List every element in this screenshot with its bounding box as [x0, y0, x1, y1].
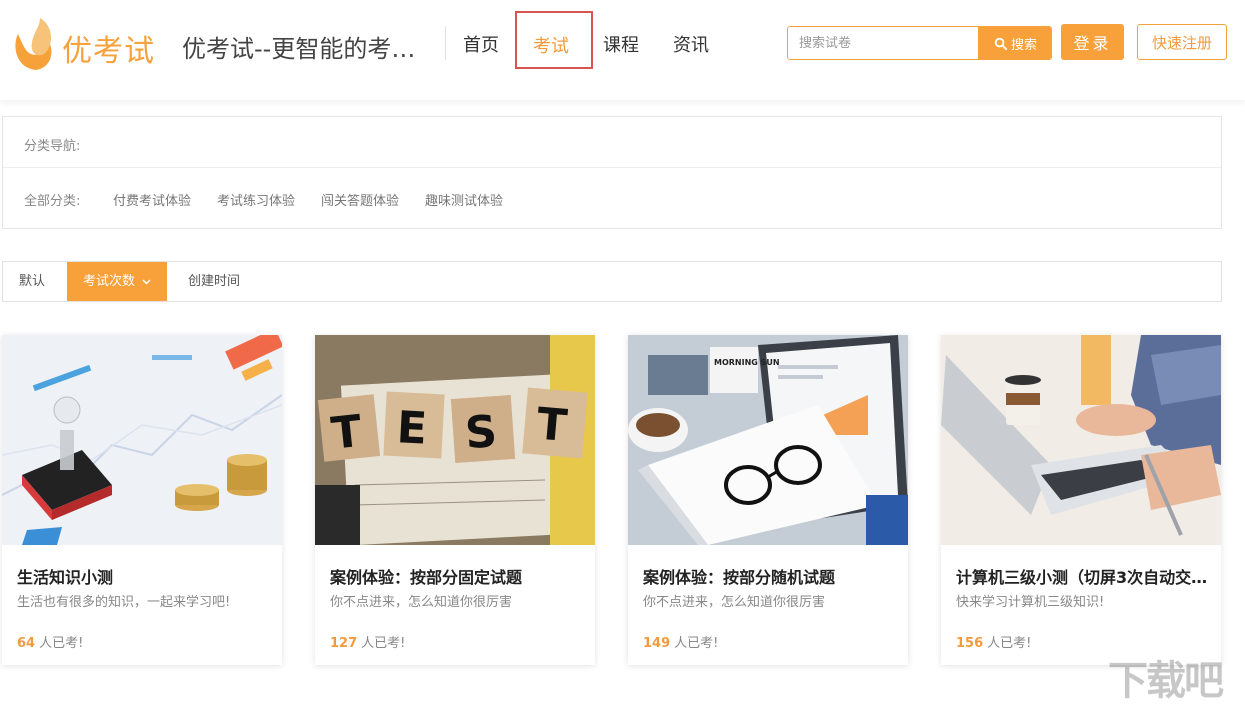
tile-letter-3: S	[464, 406, 499, 459]
card-description: 你不点进来，怎么知道你很厉害	[643, 595, 826, 610]
card-count-number: 149	[643, 636, 671, 651]
category-link-practice[interactable]: 考试练习体验	[217, 190, 295, 209]
search-button[interactable]: 搜索	[978, 27, 1051, 59]
category-link-paid[interactable]: 付费考试体验	[113, 190, 191, 209]
category-panel: 分类导航: 全部分类: 付费考试体验 考试练习体验 闯关答题体验 趣味测试体验	[2, 116, 1222, 229]
register-button[interactable]: 快速注册	[1137, 24, 1227, 60]
site-title: 优考试--更智能的考试系统	[182, 35, 434, 63]
category-nav-row: 分类导航:	[3, 117, 1221, 168]
nav-home[interactable]: 首页	[463, 31, 499, 57]
card-image-desk-glasses: MORNING SUN	[628, 335, 908, 545]
nav-divider	[445, 26, 446, 60]
card-exam-count: 127 人已考!	[330, 632, 405, 651]
card-count-number: 127	[330, 636, 358, 651]
card-exam-count: 149 人已考!	[643, 632, 718, 651]
exam-card[interactable]: 生活知识小测 生活也有很多的知识，一起来学习吧! 64 人已考!	[2, 335, 282, 665]
search-icon	[994, 37, 1007, 50]
card-description: 你不点进来，怎么知道你很厉害	[330, 595, 513, 610]
sort-exam-count[interactable]: 考试次数	[67, 262, 168, 301]
card-image-finance	[2, 335, 282, 545]
logo-icon[interactable]	[10, 16, 54, 72]
site-header: 优考试 优考试--更智能的考试系统 首页 考试 课程 资讯 搜索 登录 快速注册	[0, 0, 1245, 100]
sort-created-time[interactable]: 创建时间	[188, 262, 240, 301]
category-nav-label: 分类导航:	[24, 139, 81, 154]
card-exam-count: 156 人已考!	[956, 632, 1031, 651]
card-count-number: 64	[17, 636, 36, 651]
card-count-suffix: 人已考!	[987, 636, 1032, 651]
card-image-laptop	[941, 335, 1221, 545]
login-button[interactable]: 登录	[1061, 24, 1124, 60]
category-link-fun[interactable]: 趣味测试体验	[425, 190, 503, 209]
card-description: 快来学习计算机三级知识!	[956, 595, 1105, 610]
card-count-suffix: 人已考!	[361, 636, 406, 651]
sort-bar: 默认 考试次数 创建时间	[2, 261, 1222, 302]
card-title: 案例体验：按部分固定试题	[330, 568, 523, 587]
search-box: 搜索	[787, 26, 1052, 60]
card-image-test-blocks: T E S T	[315, 335, 595, 545]
search-input[interactable]	[788, 27, 978, 59]
nav-exam-label: 考试	[533, 36, 569, 57]
nav-exam[interactable]: 考试	[515, 11, 593, 69]
sort-default[interactable]: 默认	[19, 262, 45, 301]
card-title: 案例体验：按部分随机试题	[643, 568, 836, 587]
watermark: 下载吧	[1108, 658, 1224, 704]
nav-courses[interactable]: 课程	[603, 31, 639, 57]
chevron-down-icon	[142, 278, 151, 285]
search-button-label: 搜索	[1010, 37, 1037, 53]
nav-news[interactable]: 资讯	[673, 31, 709, 57]
card-count-suffix: 人已考!	[674, 636, 719, 651]
card-description: 生活也有很多的知识，一起来学习吧!	[17, 595, 231, 610]
sort-exam-count-label: 考试次数	[83, 274, 136, 289]
magazine-title: MORNING SUN	[714, 358, 780, 367]
logo-text[interactable]: 优考试	[62, 26, 155, 70]
exam-card[interactable]: T E S T 案例体验：按部分固定试题 你不点进来，怎么知道你很厉害 127 人…	[315, 335, 595, 665]
tile-letter-1: T	[329, 406, 364, 460]
category-link-challenge[interactable]: 闯关答题体验	[321, 190, 399, 209]
tile-letter-2: E	[396, 402, 429, 455]
card-count-number: 156	[956, 636, 984, 651]
card-title: 生活知识小测	[17, 568, 114, 587]
exam-card[interactable]: MORNING SUN 案例体验：按部分随机试题 你不点进来，怎么知道你很厉害 …	[628, 335, 908, 665]
card-exam-count: 64 人已考!	[17, 632, 83, 651]
exam-card[interactable]: 计算机三级小测（切屏3次自动交卷） 快来学习计算机三级知识! 156 人已考!	[941, 335, 1221, 665]
tile-letter-4: T	[535, 399, 569, 452]
category-all-label: 全部分类:	[24, 194, 81, 209]
card-title: 计算机三级小测（切屏3次自动交卷）	[956, 568, 1210, 587]
card-count-suffix: 人已考!	[39, 636, 84, 651]
